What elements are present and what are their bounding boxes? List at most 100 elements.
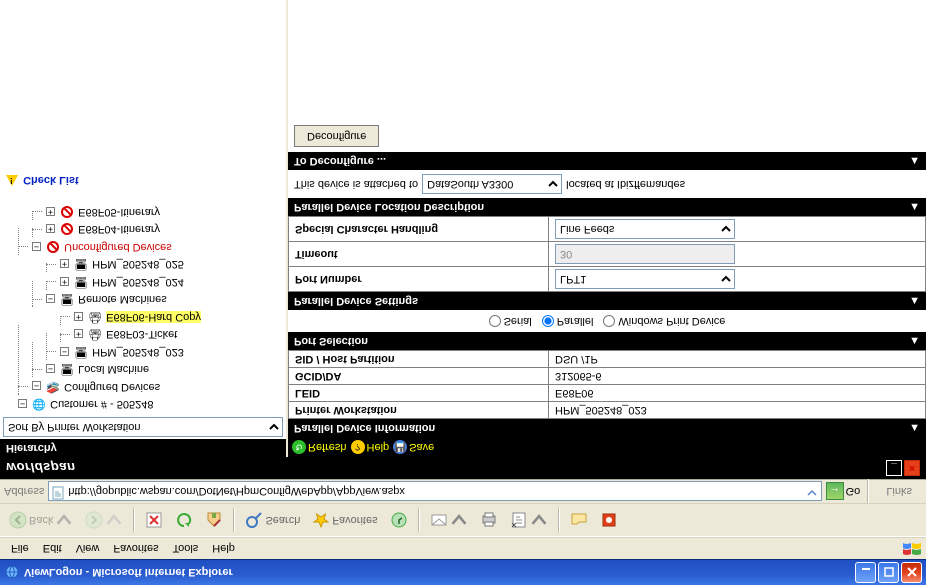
roboform-button[interactable] xyxy=(595,507,623,533)
panel-port-selection-header[interactable]: Port Selection▼ xyxy=(288,332,926,350)
search-button[interactable]: Search xyxy=(240,507,305,533)
printer-icon: 🖨 xyxy=(88,308,102,325)
collapse-icon[interactable]: ▼ xyxy=(909,335,920,347)
address-input[interactable] xyxy=(68,486,801,498)
radio-parallel[interactable]: Parallel xyxy=(542,315,594,327)
location-description: This device is attached to DataSouth A33… xyxy=(288,170,926,198)
ticket-device-node[interactable]: E68F03-Ticket xyxy=(106,328,177,340)
close-button[interactable] xyxy=(901,562,922,583)
collapse-toggle[interactable]: − xyxy=(32,242,41,251)
loc-text-1: This device is attached to xyxy=(294,178,418,190)
menu-view[interactable]: View xyxy=(69,541,107,557)
mail-button[interactable] xyxy=(425,507,473,533)
favorites-label: Favorites xyxy=(332,514,377,526)
workstation-icon: 🖥 xyxy=(74,273,88,290)
expand-toggle[interactable]: + xyxy=(46,224,55,233)
windows-logo-icon xyxy=(902,541,922,557)
maximize-button[interactable] xyxy=(878,562,899,583)
collapse-toggle[interactable]: − xyxy=(32,381,41,390)
timeout-input xyxy=(555,244,735,264)
unconfigured-devices-node[interactable]: Unconfigured Devices xyxy=(64,241,172,253)
radio-windows-print-device[interactable]: Windows Print Device xyxy=(603,315,725,327)
menu-file[interactable]: File xyxy=(4,541,36,557)
port-number-select[interactable]: LPT1 xyxy=(555,269,735,289)
address-bar: Address → Go Links xyxy=(0,479,926,503)
workstation-icon: 🖥 xyxy=(74,343,88,360)
collapse-toggle[interactable]: − xyxy=(46,294,55,303)
hpm024-node[interactable]: HPM_505248_024 xyxy=(92,276,184,288)
expand-toggle[interactable]: + xyxy=(46,207,55,216)
machine-icon: 🖥 xyxy=(60,290,74,307)
stop-button[interactable] xyxy=(140,507,168,533)
favorites-button[interactable]: Favorites xyxy=(307,507,382,533)
device-info-table: Printer WorkstationHPM_505248_023 LEIDE6… xyxy=(288,350,926,419)
collapse-icon[interactable]: ▼ xyxy=(909,295,920,307)
expand-toggle[interactable]: + xyxy=(60,259,69,268)
radio-serial[interactable]: Serial xyxy=(489,315,532,327)
search-label: Search xyxy=(265,514,300,526)
app-close-button[interactable]: × xyxy=(904,460,920,476)
expand-toggle[interactable]: + xyxy=(60,277,69,286)
home-button[interactable] xyxy=(200,507,228,533)
go-label: Go xyxy=(846,486,861,498)
collapse-toggle[interactable]: − xyxy=(60,347,69,356)
check-list-link[interactable]: Check List xyxy=(0,166,286,194)
save-icon: 💾 xyxy=(393,440,407,454)
panel-location-header[interactable]: Parallel Device Location Description▼ xyxy=(288,198,926,216)
e68f04-node[interactable]: E68F04-Itinerary xyxy=(78,223,160,235)
folder-button[interactable] xyxy=(565,507,593,533)
edit-button[interactable] xyxy=(505,507,553,533)
collapse-toggle[interactable]: − xyxy=(46,364,55,373)
back-button[interactable]: Back xyxy=(4,507,78,533)
hardcopy-device-node[interactable]: E68F06-Hard Copy xyxy=(106,311,201,323)
help-action[interactable]: ?Help xyxy=(351,440,390,454)
forward-button[interactable] xyxy=(80,507,128,533)
address-input-box[interactable] xyxy=(48,482,821,502)
configured-devices-node[interactable]: Configured Devices xyxy=(64,381,160,393)
collapse-icon[interactable]: ▼ xyxy=(909,422,920,434)
ie-toolbar: Back Search Favorites xyxy=(0,503,926,537)
brand-logo: worldspan xyxy=(6,461,76,476)
menu-tools[interactable]: Tools xyxy=(166,541,206,557)
attached-device-select[interactable]: DataSouth A3300 xyxy=(422,174,562,194)
panel-deconfigure-header[interactable]: To Deconfigure ...▼ xyxy=(288,152,926,170)
deconfigure-button[interactable]: Deconfigure xyxy=(294,125,379,147)
menu-edit[interactable]: Edit xyxy=(36,541,69,557)
globe-icon: 🌐 xyxy=(32,395,46,412)
hpm025-node[interactable]: HPM_505248_025 xyxy=(92,258,184,270)
local-machine-node[interactable]: Local Machine xyxy=(78,363,149,375)
print-button[interactable] xyxy=(475,507,503,533)
port-selection-radios: Serial Parallel Windows Print Device xyxy=(288,310,926,332)
menu-favorites[interactable]: Favorites xyxy=(106,541,165,557)
collapse-icon[interactable]: ▼ xyxy=(909,155,920,167)
menubar: File Edit View Favorites Tools Help xyxy=(0,537,926,559)
info-key-0: Printer Workstation xyxy=(289,402,549,419)
expand-toggle[interactable]: + xyxy=(74,329,83,338)
history-button[interactable] xyxy=(385,507,413,533)
refresh-button[interactable] xyxy=(170,507,198,533)
panel-device-info-header[interactable]: Parallel Device Information▼ xyxy=(288,419,926,437)
check-list-label: Check List xyxy=(23,174,79,186)
collapse-icon[interactable]: ▼ xyxy=(909,201,920,213)
save-action[interactable]: 💾Save xyxy=(393,440,434,454)
sort-select[interactable]: Sort By Printer Workstation xyxy=(3,417,283,437)
refresh-action[interactable]: ↻Refresh xyxy=(292,440,347,454)
links-label[interactable]: Links xyxy=(876,486,922,498)
collapse-toggle[interactable]: − xyxy=(18,399,27,408)
sch-select[interactable]: Line Feeds xyxy=(555,219,735,239)
go-button[interactable]: → Go xyxy=(826,483,861,501)
minimize-button[interactable] xyxy=(855,562,876,583)
info-key-3: SID / Host Partition xyxy=(289,351,549,368)
e68f05-node[interactable]: E68F05-Itinerary xyxy=(78,206,160,218)
timeout-label: Timeout xyxy=(289,242,549,267)
remote-machines-node[interactable]: Remote Machines xyxy=(78,293,167,305)
hpm023-node[interactable]: HPM_505248_023 xyxy=(92,346,184,358)
app-minimize-button[interactable]: _ xyxy=(886,460,902,476)
chevron-down-icon[interactable] xyxy=(805,483,819,500)
expand-toggle[interactable]: + xyxy=(74,312,83,321)
customer-node[interactable]: Customer # - 505248 xyxy=(50,398,153,410)
info-val-1: E68F06 xyxy=(549,385,926,402)
ie-app-icon xyxy=(4,565,20,581)
panel-device-settings-header[interactable]: Parallel Device Settings▼ xyxy=(288,292,926,310)
menu-help[interactable]: Help xyxy=(205,541,242,557)
